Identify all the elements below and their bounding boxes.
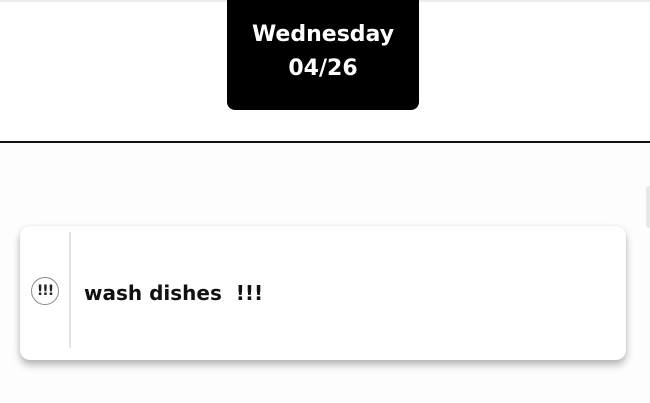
task-card[interactable]: !!! wash dishes !!! (20, 226, 626, 360)
priority-exclamation-icon[interactable]: !!! (31, 277, 59, 305)
day-label: Wednesday (251, 22, 395, 47)
header: Wednesday 04/26 (0, 0, 650, 141)
date-label: 04/26 (288, 56, 358, 81)
scroll-edge-handle[interactable] (646, 186, 650, 228)
task-title: wash dishes !!! (84, 281, 264, 305)
header-divider (0, 141, 650, 143)
app: Wednesday 04/26 !!! wash dishes !!! (0, 0, 650, 403)
date-badge: Wednesday 04/26 (227, 0, 419, 110)
card-divider (69, 232, 71, 348)
